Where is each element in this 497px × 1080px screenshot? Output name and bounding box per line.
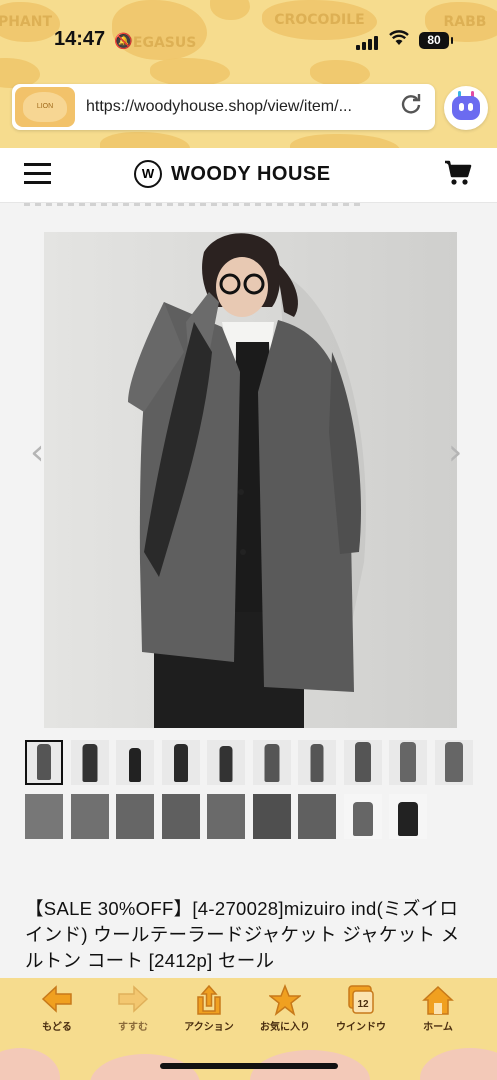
back-button[interactable]: もどる	[22, 984, 92, 1044]
thumbnail[interactable]	[298, 794, 336, 839]
previous-image-arrow[interactable]: ‹	[30, 432, 44, 473]
star-icon	[250, 983, 320, 1018]
thumbnail[interactable]	[434, 740, 473, 785]
logo-mark-icon: W	[134, 160, 162, 188]
action-button[interactable]: アクション	[174, 984, 244, 1044]
forward-button[interactable]: すすむ	[98, 984, 168, 1044]
status-time: 14:47	[54, 28, 106, 50]
thumbnail[interactable]	[116, 794, 154, 839]
thumbnail[interactable]	[298, 740, 336, 785]
thumbnail[interactable]	[207, 794, 245, 839]
thumbnail[interactable]	[343, 794, 382, 839]
next-image-arrow[interactable]: ›	[448, 432, 462, 473]
thumbnail[interactable]	[252, 740, 291, 785]
browser-top-area: PHANT PEGASUS CROCODILE RABB 14:47 🔕 80 …	[0, 0, 497, 148]
site-header: W WOODY HOUSE	[0, 148, 497, 203]
animal-cookie	[290, 134, 400, 148]
thumbnail[interactable]	[161, 794, 200, 839]
address-bar[interactable]: LION https://woodyhouse.shop/view/item/.…	[12, 84, 435, 130]
breadcrumb-fragment	[24, 203, 364, 206]
cart-icon[interactable]	[444, 160, 472, 185]
cellular-signal-icon	[356, 34, 382, 50]
windows-icon: 12	[326, 984, 396, 1018]
thumbnail[interactable]	[70, 794, 109, 839]
animal-cookie	[210, 0, 250, 20]
home-indicator[interactable]	[160, 1063, 338, 1069]
window-count-badge: 12	[357, 999, 369, 1010]
url-text[interactable]: https://woodyhouse.shop/view/item/...	[86, 98, 352, 116]
home-icon	[403, 984, 473, 1018]
thumbnail[interactable]	[161, 740, 200, 785]
thumbnail[interactable]	[252, 794, 291, 839]
thumbnail[interactable]	[70, 740, 109, 785]
windows-button[interactable]: 12 ウインドウ	[326, 984, 396, 1044]
silent-bell-icon: 🔕	[114, 33, 133, 50]
brand-name: WOODY HOUSE	[171, 162, 331, 185]
thumbnail[interactable]	[207, 740, 245, 785]
back-arrow-icon	[22, 984, 92, 1018]
share-icon	[174, 984, 244, 1018]
product-title: 【SALE 30%OFF】[4-270028]mizuiro ind(ミズイロイ…	[25, 898, 460, 971]
product-main-image[interactable]	[44, 232, 457, 728]
status-bar: 14:47 🔕 80	[0, 24, 497, 58]
animal-cookie	[150, 58, 230, 86]
thumbnail[interactable]	[25, 740, 63, 785]
thumbnail[interactable]	[389, 794, 427, 839]
model-wearing-coat-illustration	[44, 232, 457, 728]
favorites-button[interactable]: お気に入り	[250, 983, 320, 1044]
thumbnail[interactable]	[25, 794, 63, 839]
thumbnail[interactable]	[343, 740, 382, 785]
wifi-icon	[389, 30, 409, 51]
battery-indicator: 80	[419, 32, 453, 49]
animal-cookie	[100, 132, 190, 148]
thumbnail[interactable]	[389, 740, 427, 785]
site-logo[interactable]: W WOODY HOUSE	[134, 158, 331, 190]
reload-icon[interactable]	[400, 93, 422, 121]
assistant-bot-icon[interactable]	[444, 86, 488, 130]
home-button[interactable]: ホーム	[403, 984, 473, 1044]
menu-icon[interactable]	[24, 163, 51, 185]
forward-arrow-icon	[98, 984, 168, 1018]
thumbnail[interactable]	[116, 740, 154, 785]
animal-cookie	[310, 60, 370, 86]
lion-cookie-icon[interactable]: LION	[15, 87, 75, 127]
